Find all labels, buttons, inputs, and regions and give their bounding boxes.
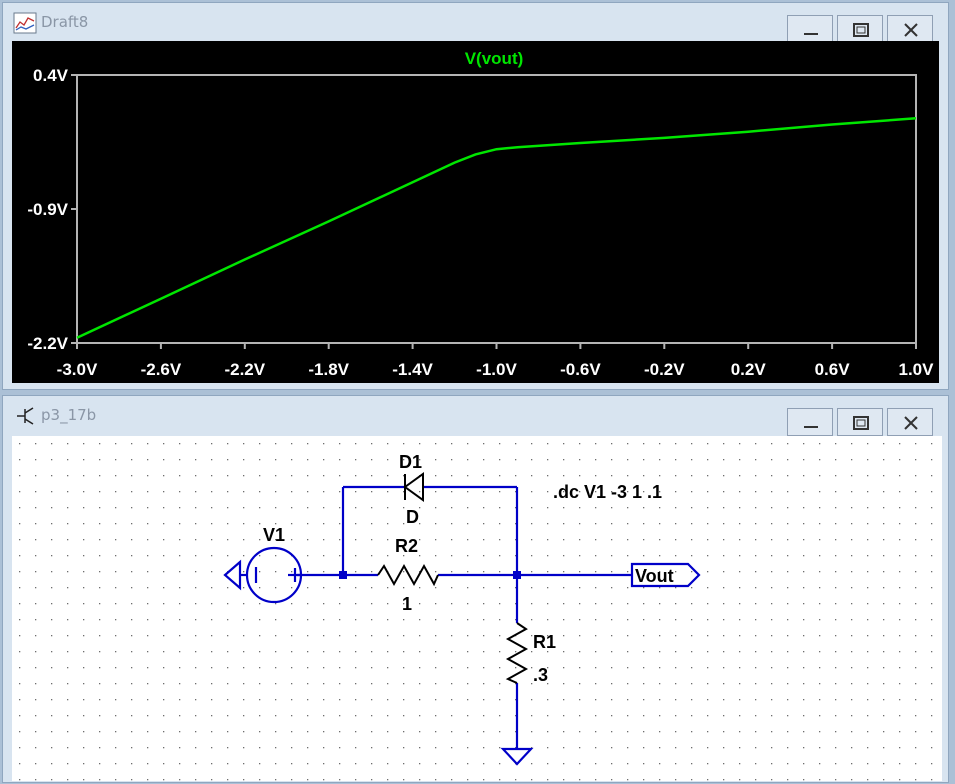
v1-label[interactable]: V1 — [263, 525, 285, 545]
junction-dot — [339, 571, 347, 579]
chart-title: V(vout) — [465, 49, 524, 68]
x-tick-label: -2.6V — [141, 360, 182, 379]
plot-window: Draft8 V(vout) -3.0V -2.6V -2.2V -1.8V -1.4V… — [2, 2, 949, 390]
maximize-button[interactable] — [837, 408, 883, 436]
y-tick-label: 0.4V — [33, 66, 69, 85]
minimize-button[interactable] — [787, 15, 833, 43]
close-button[interactable] — [887, 15, 933, 43]
transistor-icon — [13, 405, 37, 427]
x-tick-label: -0.6V — [560, 360, 601, 379]
d1-label[interactable]: D1 — [399, 452, 422, 472]
series-line-vout[interactable] — [76, 117, 917, 339]
close-button[interactable] — [887, 408, 933, 436]
schematic-window-title: p3_17b — [41, 406, 97, 424]
y-tick-label: -2.2V — [27, 334, 68, 353]
chart-svg[interactable]: V(vout) -3.0V -2.6V -2.2V -1.8V -1.4V -1.0V -0… — [12, 41, 939, 383]
r1-value[interactable]: .3 — [533, 665, 548, 685]
schematic-titlebar[interactable]: p3_17b — [3, 396, 948, 436]
x-tick-label: 0.2V — [731, 360, 767, 379]
maximize-button[interactable] — [837, 15, 883, 43]
x-tick-label: -3.0V — [57, 360, 98, 379]
dc-directive[interactable]: .dc V1 -3 1 .1 — [553, 482, 662, 502]
schematic-window: p3_17b V1 D1 D R2 1 R1 .3 Vout .dc V1 -3… — [2, 395, 949, 783]
junction-dot — [513, 571, 521, 579]
x-tick-label: -0.2V — [644, 360, 685, 379]
x-tick-label: 1.0V — [899, 360, 935, 379]
schematic-svg[interactable]: V1 D1 D R2 1 R1 .3 Vout .dc V1 -3 1 .1 — [12, 436, 942, 781]
plot-titlebar[interactable]: Draft8 — [3, 3, 948, 43]
r2-value[interactable]: 1 — [402, 594, 412, 614]
waveform-icon — [13, 12, 37, 34]
net-label-vout[interactable]: Vout — [635, 566, 674, 586]
r2-label[interactable]: R2 — [395, 536, 418, 556]
x-tick-label: -1.8V — [308, 360, 349, 379]
minimize-button[interactable] — [787, 408, 833, 436]
waveform-plot[interactable]: V(vout) -3.0V -2.6V -2.2V -1.8V -1.4V -1.0V -0… — [12, 41, 939, 383]
d1-value[interactable]: D — [406, 507, 419, 527]
plot-frame — [76, 74, 917, 344]
x-tick-label: 0.6V — [815, 360, 851, 379]
x-tick-label: -2.2V — [224, 360, 265, 379]
schematic-canvas[interactable]: V1 D1 D R2 1 R1 .3 Vout .dc V1 -3 1 .1 — [12, 436, 942, 781]
x-tick-label: -1.0V — [476, 360, 517, 379]
plot-window-title: Draft8 — [41, 13, 89, 31]
y-tick-label: -0.9V — [27, 200, 68, 219]
r1-label[interactable]: R1 — [533, 632, 556, 652]
x-tick-label: -1.4V — [392, 360, 433, 379]
